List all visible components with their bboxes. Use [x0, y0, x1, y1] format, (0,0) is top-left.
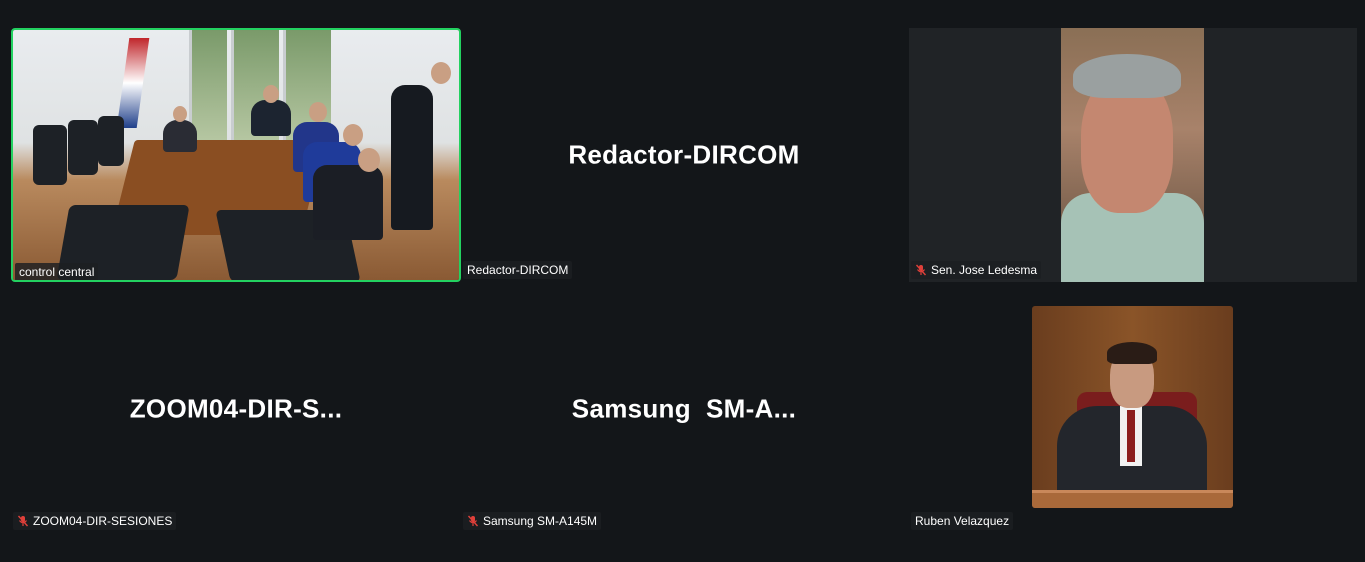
desk	[1032, 490, 1233, 508]
person-head	[358, 148, 380, 172]
person-head	[343, 124, 363, 146]
person	[313, 165, 383, 240]
video-feed-velazquez	[1032, 306, 1233, 508]
participant-display-name: Samsung SM-A...	[571, 393, 797, 424]
person-head	[263, 85, 279, 103]
hair	[1107, 342, 1157, 364]
video-feed-meeting-room	[13, 30, 459, 280]
video-tile-jose-ledesma[interactable]: Sen. Jose Ledesma	[909, 28, 1357, 282]
chair	[98, 116, 124, 166]
participant-name: control central	[19, 265, 95, 279]
video-tile-control-central[interactable]: control central	[11, 28, 461, 282]
person	[163, 120, 197, 152]
participant-name: ZOOM04-DIR-SESIONES	[33, 514, 173, 528]
person-head	[431, 62, 451, 84]
video-tile-redactor-dircom[interactable]: Redactor-DIRCOM Redactor-DIRCOM	[461, 28, 907, 282]
mic-off-icon	[915, 264, 927, 276]
hair	[1073, 54, 1181, 98]
video-tile-samsung[interactable]: Samsung SM-A... Samsung SM-A145M	[461, 282, 907, 536]
chair	[68, 120, 98, 175]
participant-name-tag: control central	[15, 263, 99, 280]
participant-name-tag: Redactor-DIRCOM	[463, 261, 573, 279]
flag	[116, 38, 150, 128]
mic-off-icon	[467, 515, 479, 527]
participant-name-tag: Ruben Velazquez	[911, 512, 1014, 530]
participant-name-tag: Sen. Jose Ledesma	[911, 261, 1042, 279]
participant-name: Redactor-DIRCOM	[467, 263, 569, 277]
participant-name: Sen. Jose Ledesma	[931, 263, 1038, 277]
person-head	[309, 102, 327, 122]
participant-name: Ruben Velazquez	[915, 514, 1010, 528]
video-tile-ruben-velazquez[interactable]: Ruben Velazquez	[909, 282, 1357, 536]
person-head	[173, 106, 187, 122]
person-camera-operator	[391, 85, 433, 230]
video-tile-zoom04[interactable]: ZOOM04-DIR-S... ZOOM04-DIR-SESIONES	[11, 282, 461, 536]
participant-display-name: Redactor-DIRCOM	[568, 139, 800, 170]
chair	[33, 125, 67, 185]
person	[251, 100, 291, 136]
participant-name: Samsung SM-A145M	[483, 514, 598, 528]
participant-name-tag: Samsung SM-A145M	[463, 512, 602, 530]
participant-name-tag: ZOOM04-DIR-SESIONES	[13, 512, 177, 530]
mic-off-icon	[17, 515, 29, 527]
participant-display-name: ZOOM04-DIR-S...	[129, 393, 343, 424]
tie	[1127, 410, 1135, 462]
